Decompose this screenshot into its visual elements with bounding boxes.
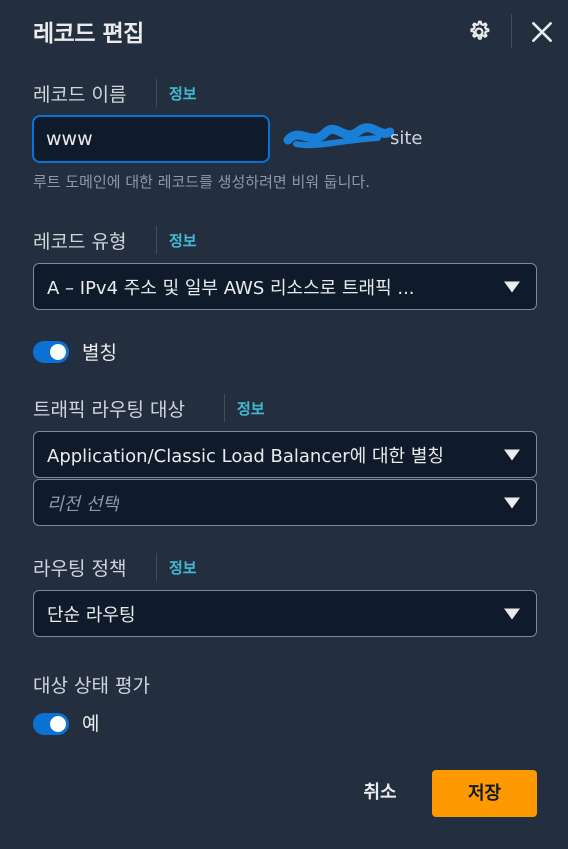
health-eval-label: 대상 상태 평가 — [33, 675, 150, 697]
label-divider — [156, 79, 157, 107]
region-select[interactable]: 리전 선택 — [33, 479, 537, 526]
endpoint-type-select[interactable]: Application/Classic Load Balancer에 대한 별칭 — [33, 431, 537, 478]
caret-down-icon — [504, 449, 520, 460]
routing-policy-label: 라우팅 정책 — [33, 558, 127, 580]
page-title: 레코드 편집 — [33, 21, 144, 47]
alias-toggle[interactable] — [33, 341, 69, 363]
caret-down-icon — [504, 608, 520, 619]
health-eval-toggle[interactable] — [33, 713, 69, 735]
label-divider — [156, 553, 157, 581]
record-type-select[interactable]: A – IPv4 주소 및 일부 AWS 리소스로 트래픽 ... — [33, 263, 537, 310]
close-icon[interactable] — [529, 19, 555, 45]
traffic-target-info-link[interactable]: 정보 — [237, 398, 265, 419]
redacted-domain-scribble — [283, 123, 394, 149]
toggle-knob — [50, 716, 66, 732]
caret-down-icon — [504, 281, 520, 292]
routing-policy-info-link[interactable]: 정보 — [169, 557, 197, 578]
routing-policy-value: 단순 라우팅 — [47, 604, 136, 626]
label-divider — [224, 394, 225, 422]
gear-icon[interactable] — [466, 19, 492, 45]
health-eval-toggle-label: 예 — [82, 713, 100, 735]
record-type-value: A – IPv4 주소 및 일부 AWS 리소스로 트래픽 ... — [47, 277, 415, 299]
traffic-target-label: 트래픽 라우팅 대상 — [33, 399, 185, 421]
record-name-label: 레코드 이름 — [33, 84, 127, 106]
record-name-description: 루트 도메인에 대한 레코드를 생성하려면 비워 둡니다. — [33, 173, 370, 191]
routing-policy-select[interactable]: 단순 라우팅 — [33, 590, 537, 637]
panel-header: 레코드 편집 — [0, 0, 568, 64]
domain-suffix: site — [390, 128, 423, 149]
endpoint-type-value: Application/Classic Load Balancer에 대한 별칭 — [47, 445, 444, 467]
region-placeholder: 리전 선택 — [47, 493, 119, 515]
record-name-info-link[interactable]: 정보 — [169, 83, 197, 104]
alias-toggle-label: 별칭 — [82, 342, 117, 364]
record-type-label: 레코드 유형 — [33, 231, 127, 253]
caret-down-icon — [504, 497, 520, 508]
toggle-knob — [50, 344, 66, 360]
save-button[interactable]: 저장 — [432, 770, 537, 817]
record-name-input[interactable] — [32, 115, 270, 163]
header-divider — [511, 14, 512, 48]
record-type-info-link[interactable]: 정보 — [169, 230, 197, 251]
cancel-button[interactable]: 취소 — [347, 773, 413, 813]
label-divider — [156, 226, 157, 254]
